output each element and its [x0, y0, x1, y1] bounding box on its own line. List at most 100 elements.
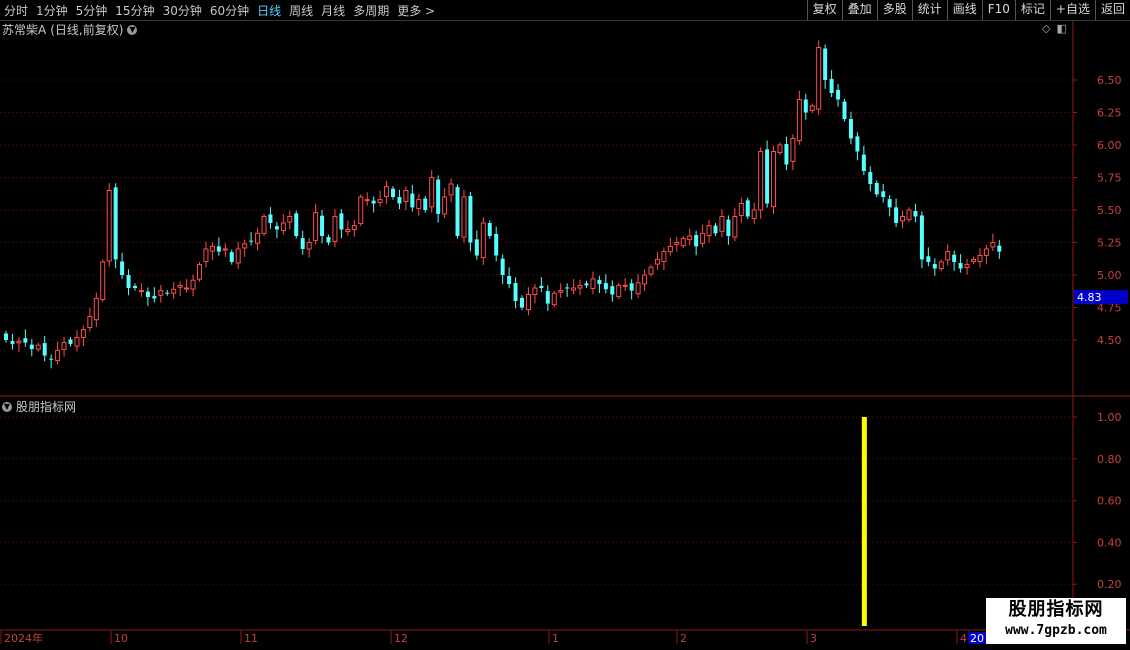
- candle-body-up: [577, 284, 583, 289]
- candle-body-up: [377, 199, 383, 203]
- y-tick-label: 0.20: [1097, 578, 1122, 591]
- candle-body-up: [364, 199, 370, 202]
- candle-body-down: [765, 149, 770, 204]
- chart-canvas[interactable]: 6.506.256.005.755.505.255.004.754.504.83…: [0, 0, 1130, 650]
- candle-body-up: [964, 264, 970, 268]
- candle-body-down: [410, 193, 415, 208]
- candle-body-up: [280, 222, 286, 232]
- candle-body-down: [603, 283, 608, 290]
- candle-body-down: [126, 275, 131, 288]
- candle-body-up: [790, 138, 796, 162]
- candle-body-down: [474, 239, 479, 256]
- candle-body-down: [520, 297, 524, 308]
- candle-body-up: [906, 209, 912, 221]
- candle-body-up: [235, 248, 241, 264]
- candle-body-up: [983, 248, 989, 256]
- candle-body-up: [642, 274, 648, 285]
- candle-body-up: [816, 47, 822, 110]
- candle-body-down: [249, 240, 254, 242]
- candle-body-down: [726, 219, 731, 236]
- candle-body-down: [120, 261, 125, 275]
- candle-body-up: [287, 216, 293, 223]
- candle-body-up: [190, 279, 196, 290]
- candle-body-down: [133, 285, 137, 288]
- candle-body-up: [719, 216, 725, 232]
- candle-body-down: [500, 258, 505, 275]
- candle-body-down: [42, 343, 47, 356]
- candle-body-down: [487, 223, 492, 236]
- candle-body-down: [494, 233, 499, 256]
- candle-body-up: [384, 186, 390, 197]
- candle-body-down: [745, 200, 750, 217]
- watermark-title: 股朋指标网: [1008, 599, 1104, 620]
- candle-body-down: [694, 234, 699, 247]
- candle-body-up: [480, 222, 486, 259]
- candle-body-down: [894, 207, 899, 223]
- candle-body-up: [751, 209, 757, 220]
- candle-body-down: [145, 291, 150, 298]
- watermark-url: www.7gpzb.com: [1005, 623, 1107, 638]
- candle-body-down: [23, 338, 28, 343]
- candle-body-down: [229, 252, 234, 262]
- candle-body-down: [216, 246, 221, 252]
- candle-body-down: [545, 291, 550, 304]
- candle-body-down: [610, 286, 615, 295]
- candle-body-down: [300, 238, 305, 249]
- candle-body-up: [990, 242, 996, 248]
- candle-body-down: [881, 191, 886, 197]
- candle-body-up: [758, 151, 764, 211]
- candle-body-up: [100, 261, 106, 300]
- candle-body-up: [900, 216, 906, 222]
- candle-body-down: [423, 198, 428, 210]
- candle-body-down: [919, 215, 924, 260]
- signal-bar: [861, 417, 867, 626]
- date-label: 4: [960, 632, 967, 645]
- candle-body-up: [35, 344, 41, 350]
- candle-body-up: [93, 297, 99, 321]
- candle-body-up: [158, 290, 164, 296]
- candle-body-down: [932, 264, 937, 269]
- date-label: 20: [970, 632, 984, 645]
- candle-body-down: [713, 225, 718, 234]
- candle-body-up: [255, 232, 261, 244]
- candle-body-up: [674, 242, 680, 245]
- candle-body-up: [171, 288, 177, 294]
- candle-body-up: [313, 212, 319, 241]
- candle-body-down: [861, 154, 866, 171]
- candle-body-up: [351, 225, 357, 231]
- y-tick-label: 6.00: [1097, 139, 1122, 152]
- candle-body-up: [261, 216, 267, 234]
- candle-body-down: [10, 341, 15, 344]
- candle-body-up: [138, 290, 144, 293]
- candle-body-up: [532, 287, 538, 295]
- candle-body-down: [268, 214, 273, 223]
- candle-body-down: [391, 188, 395, 197]
- candle-body-up: [80, 329, 86, 338]
- candle-body-up: [61, 342, 67, 350]
- candle-body-up: [571, 287, 577, 291]
- date-label: 3: [810, 632, 817, 645]
- candle-body-up: [558, 290, 564, 293]
- y-tick-label: 5.25: [1097, 237, 1122, 250]
- candle-body-up: [177, 284, 183, 288]
- candle-body-down: [294, 213, 299, 236]
- candle-body-down: [565, 287, 570, 289]
- candle-body-up: [738, 203, 744, 216]
- candle-body-up: [525, 294, 531, 311]
- candle-body-up: [416, 199, 422, 209]
- candle-body-down: [926, 256, 931, 262]
- y-tick-label: 0.60: [1097, 495, 1122, 508]
- candle-body-down: [842, 101, 847, 119]
- candle-body-down: [836, 89, 841, 100]
- y-tick-label: 6.25: [1097, 107, 1122, 120]
- candle-body-up: [945, 251, 951, 261]
- candle-body-up: [461, 196, 467, 238]
- candle-body-down: [4, 333, 8, 340]
- candle-body-down: [455, 187, 460, 236]
- y-tick-label: 4.50: [1097, 334, 1122, 347]
- candle-body-down: [468, 195, 473, 243]
- candle-body-down: [326, 237, 331, 243]
- candle-body-down: [320, 215, 325, 236]
- candle-body-down: [855, 136, 860, 152]
- candle-body-down: [152, 296, 157, 299]
